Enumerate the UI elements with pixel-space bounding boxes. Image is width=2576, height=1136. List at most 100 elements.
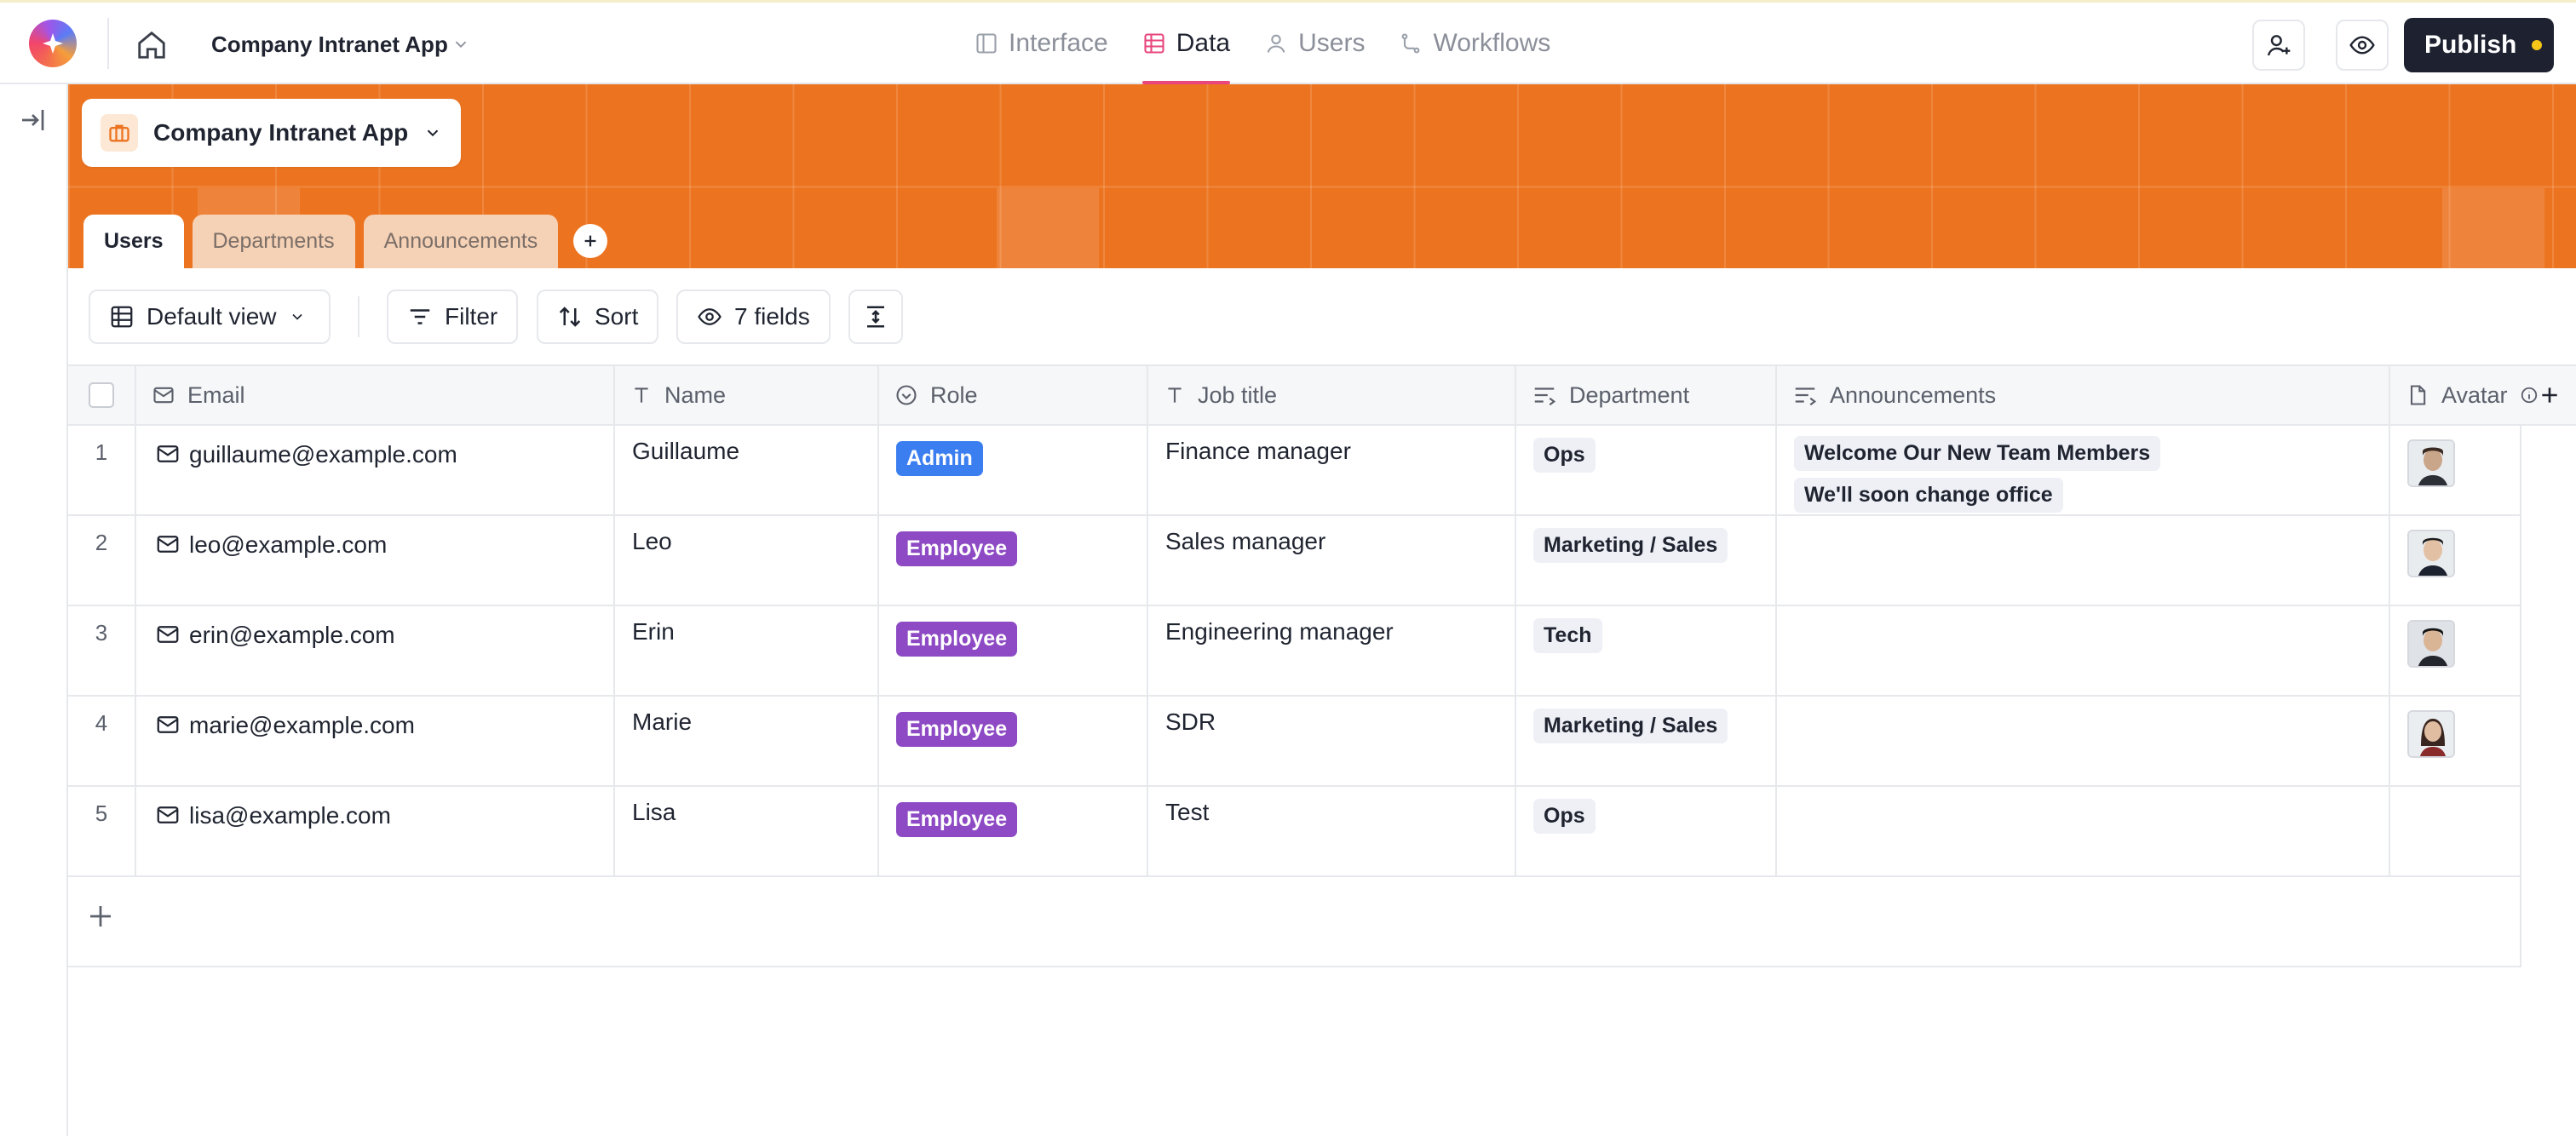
fields-button[interactable]: 7 fields [676,290,831,344]
view-selector[interactable]: Default view [89,290,331,344]
department-cell[interactable]: Tech [1516,606,1777,697]
sort-icon [559,307,581,327]
column-header-email[interactable]: Email [136,366,615,424]
announcements-cell[interactable] [1777,606,2390,697]
name-cell[interactable]: Marie [615,697,879,787]
job-title-cell[interactable]: Test [1148,787,1516,877]
role-badge: Employee [896,622,1018,657]
workflow-icon [1402,33,1420,54]
table-row[interactable]: 1 guillaume@example.com Guillaume Admin … [68,426,2521,516]
app-logo-icon[interactable] [29,20,77,67]
home-icon [138,31,165,59]
filter-button[interactable]: Filter [387,290,519,344]
invite-user-button[interactable] [2252,20,2305,71]
tab-departments[interactable]: Departments [192,215,355,268]
chevron-down-icon [427,129,439,137]
role-cell[interactable]: Employee [879,516,1148,606]
home-button[interactable] [133,26,170,64]
column-label: Name [664,382,727,408]
email-value: leo@example.com [189,531,388,558]
name-cell[interactable]: Erin [615,606,879,697]
tab-users[interactable]: Users [83,215,184,268]
avatar [2407,439,2455,487]
publish-button[interactable]: Publish [2404,18,2554,72]
expand-sidebar-icon[interactable] [17,105,48,135]
column-header-announcements[interactable]: Announcements [1777,366,2390,424]
app-name[interactable]: Company Intranet App [211,32,448,58]
column-label: Announcements [1830,382,1997,408]
department-cell[interactable]: Ops [1516,787,1777,877]
email-cell[interactable]: leo@example.com [136,516,615,606]
nav-interface[interactable]: Interface [957,3,1125,84]
tab-announcements[interactable]: Announcements [363,215,559,268]
column-header-name[interactable]: Name [615,366,879,424]
role-badge: Employee [896,712,1018,747]
department-chip: Marketing / Sales [1533,709,1728,743]
announcements-cell[interactable] [1777,516,2390,606]
department-cell[interactable]: Marketing / Sales [1516,697,1777,787]
column-header-role[interactable]: Role [879,366,1148,424]
banner-tile [2442,188,2544,290]
table-row[interactable]: 5 lisa@example.com Lisa Employee Test Op… [68,787,2521,877]
avatar-cell[interactable] [2390,606,2521,697]
table-tabs: Users Departments Announcements [83,215,608,268]
text-icon [1168,387,1182,403]
row-height-icon [867,306,884,328]
job-title-cell[interactable]: Sales manager [1148,516,1516,606]
mail-icon [157,806,179,823]
filter-label: Filter [445,303,498,330]
select-all-checkbox[interactable] [89,382,114,408]
sort-button[interactable]: Sort [537,290,659,344]
email-cell[interactable]: erin@example.com [136,606,615,697]
chevron-down-icon[interactable] [451,35,470,54]
department-cell[interactable]: Marketing / Sales [1516,516,1777,606]
avatar-cell[interactable] [2390,697,2521,787]
job-title-cell[interactable]: SDR [1148,697,1516,787]
announcements-cell[interactable]: Welcome Our New Team Members We'll soon … [1777,426,2390,516]
email-value: marie@example.com [189,712,415,738]
nav-users[interactable]: Users [1247,3,1382,84]
department-cell[interactable]: Ops [1516,426,1777,516]
job-title-cell[interactable]: Finance manager [1148,426,1516,516]
mail-icon [157,626,179,643]
add-row[interactable] [68,877,2521,967]
name-cell[interactable]: Guillaume [615,426,879,516]
job-title-cell[interactable]: Engineering manager [1148,606,1516,697]
user-icon [1267,34,1285,53]
role-cell[interactable]: Admin [879,426,1148,516]
select-all-cell [68,366,136,424]
base-picker[interactable]: Company Intranet App [82,99,462,167]
table-row[interactable]: 3 erin@example.com Erin Employee Enginee… [68,606,2521,697]
table-row[interactable]: 2 leo@example.com Leo Employee Sales man… [68,516,2521,606]
add-field-cell[interactable] [2521,366,2576,424]
file-icon [2410,385,2426,405]
column-header-department[interactable]: Department [1516,366,1777,424]
announcements-cell[interactable] [1777,697,2390,787]
link-icon [1534,387,1556,406]
name-cell[interactable]: Leo [615,516,879,606]
nav-data[interactable]: Data [1125,3,1247,84]
role-cell[interactable]: Employee [879,606,1148,697]
row-number: 3 [68,606,136,697]
column-label: Role [930,382,978,408]
announcements-cell[interactable] [1777,787,2390,877]
row-height-button[interactable] [848,290,903,344]
column-header-job-title[interactable]: Job title [1148,366,1516,424]
email-cell[interactable]: marie@example.com [136,697,615,787]
email-cell[interactable]: guillaume@example.com [136,426,615,516]
table-row[interactable]: 4 marie@example.com Marie Employee SDR M… [68,697,2521,787]
preview-button[interactable] [2336,20,2389,71]
mail-icon [157,445,179,462]
add-table-button[interactable] [573,224,608,258]
grid-header: Email Name Role Job title Department Ann… [68,364,2576,426]
avatar-cell[interactable] [2390,426,2521,516]
name-cell[interactable]: Lisa [615,787,879,877]
avatar-cell[interactable] [2390,516,2521,606]
nav-workflows[interactable]: Workflows [1382,3,1567,84]
avatar-cell[interactable] [2390,787,2521,877]
grid-view-icon [111,306,133,328]
role-cell[interactable]: Employee [879,787,1148,877]
base-name: Company Intranet App [153,119,409,146]
email-cell[interactable]: lisa@example.com [136,787,615,877]
role-cell[interactable]: Employee [879,697,1148,787]
